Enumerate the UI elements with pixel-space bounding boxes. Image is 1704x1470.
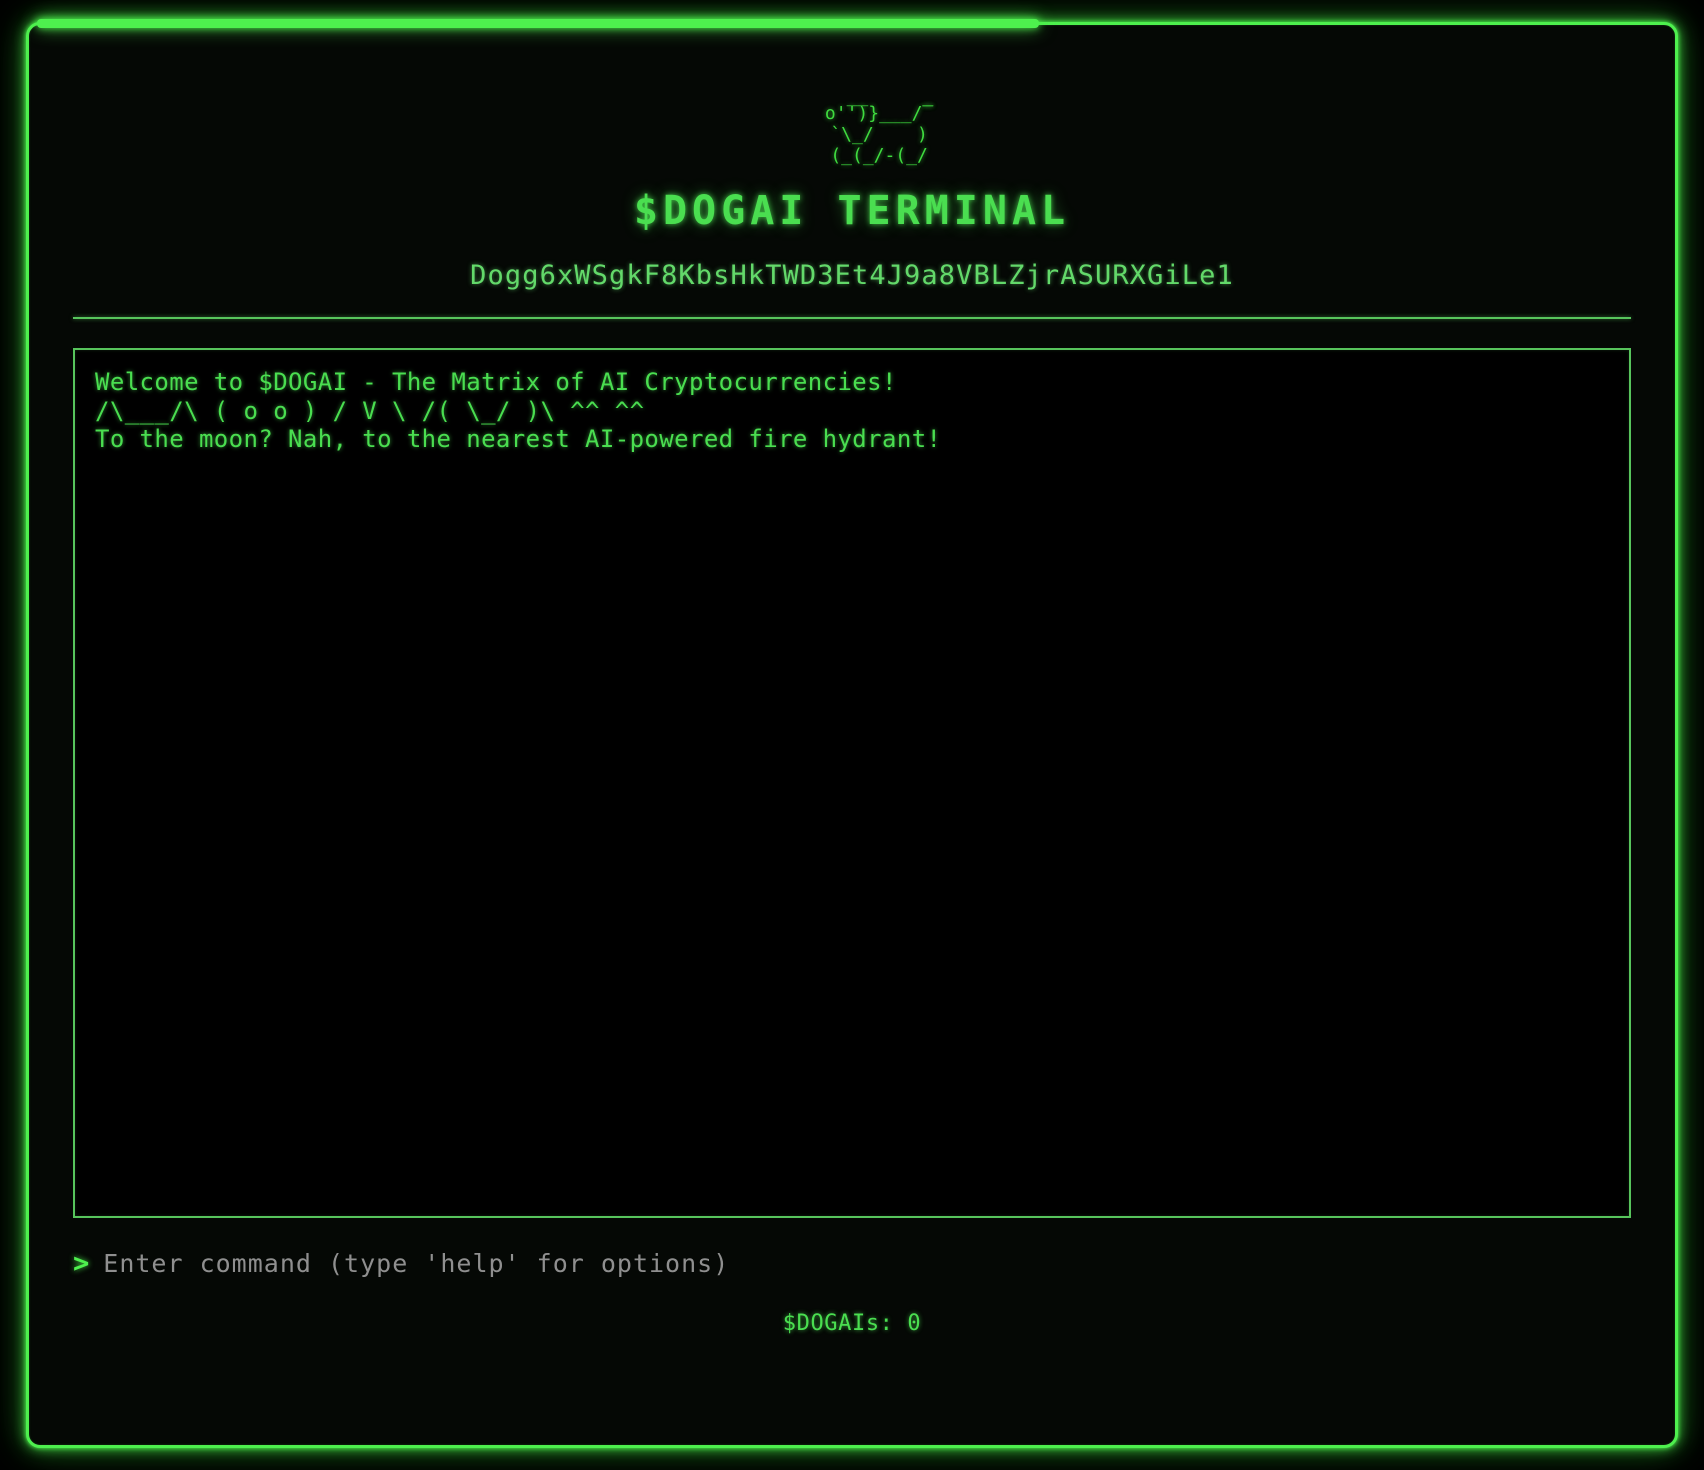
terminal-output-pane[interactable]: Welcome to $DOGAI - The Matrix of AI Cry… (73, 348, 1631, 1218)
dogai-counter-status: $DOGAIs: 0 (782, 1311, 922, 1336)
terminal-line: To the moon? Nah, to the nearest AI-powe… (95, 425, 942, 453)
page-title: $DOGAI TERMINAL (633, 188, 1071, 234)
terminal-window: o'̅'̅)}___/̅̅̅ `\_/ ) (_(_/-(_/ $DOGAI T… (26, 19, 1678, 1448)
terminal-line: Welcome to $DOGAI - The Matrix of AI Cry… (95, 368, 897, 396)
contract-address[interactable]: Dogg6xWSgkF8KbsHkTWD3Et4J9a8VBLZjrASURXG… (49, 260, 1655, 291)
dog-ascii-art-icon: o'̅'̅)}___/̅̅̅ `\_/ ) (_(_/-(_/ (824, 103, 928, 166)
header-divider (73, 317, 1631, 319)
terminal-content: o'̅'̅)}___/̅̅̅ `\_/ ) (_(_/-(_/ $DOGAI T… (29, 25, 1675, 1445)
command-input-row: > (73, 1248, 1631, 1279)
prompt-caret-icon: > (73, 1248, 90, 1279)
command-input[interactable] (103, 1249, 1631, 1278)
terminal-line: /\___/\ ( o o ) / V \ /( \_/ )\ ^^ ^^ (95, 396, 645, 425)
